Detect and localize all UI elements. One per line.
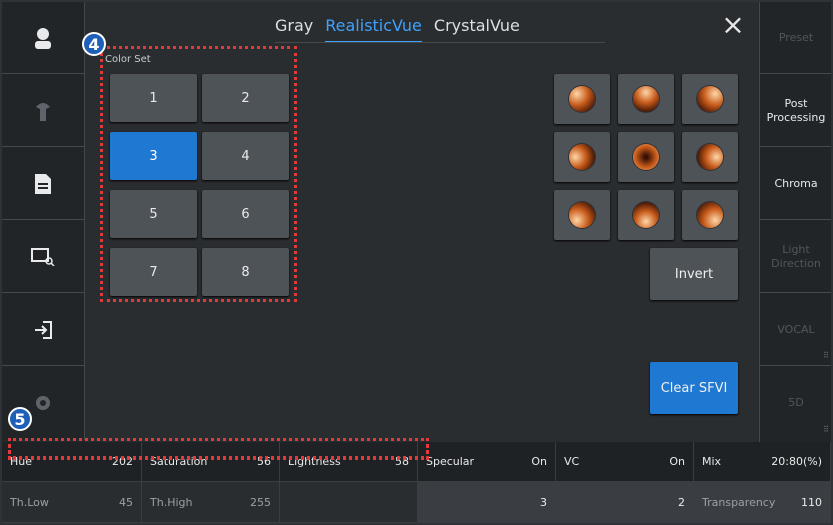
report-icon (30, 171, 56, 197)
vocal-button[interactable]: VOCAL ⠿ (760, 294, 831, 366)
annotation-box-hsl-frame (8, 438, 429, 459)
param-th-low[interactable]: Th.Low 45 (2, 482, 142, 523)
exit-icon (30, 317, 56, 343)
sphere-icon (569, 144, 595, 170)
mode-tabs: Gray RealisticVue CrystalVue (275, 16, 532, 43)
vocal-label: VOCAL (777, 322, 815, 336)
close-icon[interactable]: × (720, 11, 746, 39)
light-left-button[interactable] (554, 132, 610, 182)
clear-sfvi-button[interactable]: Clear SFVI (650, 362, 738, 414)
light-bottom-button[interactable] (618, 190, 674, 240)
report-button[interactable] (2, 148, 84, 220)
param-label: Transparency (702, 495, 776, 509)
right-sidebar: Preset Post Processing Chroma Light Dire… (759, 2, 831, 442)
param-vc[interactable]: VC On (556, 442, 694, 482)
param-value: 255 (250, 495, 271, 509)
preset-button[interactable]: Preset (760, 2, 831, 74)
param-specular-level[interactable]: 3 (418, 482, 556, 523)
settings-icon (30, 390, 56, 416)
param-th-high[interactable]: Th.High 255 (142, 482, 280, 523)
review-button[interactable] (2, 221, 84, 293)
tab-gray[interactable]: Gray (275, 16, 313, 43)
annotation-box-color-set (100, 46, 297, 302)
sphere-icon (697, 144, 723, 170)
param-value: On (669, 455, 685, 468)
probe-icon (30, 98, 56, 124)
patient-icon (30, 25, 56, 51)
sphere-icon (633, 86, 659, 112)
left-sidebar (2, 2, 85, 440)
review-icon (30, 244, 56, 270)
sphere-icon (633, 202, 659, 228)
param-value: 2 (678, 495, 685, 509)
param-value: 3 (540, 495, 547, 509)
param-label: VC (564, 455, 580, 468)
param-value: On (531, 455, 547, 468)
invert-button[interactable]: Invert (650, 248, 738, 300)
param-transparency[interactable]: Transparency 110 (694, 482, 831, 523)
main-panel: Gray RealisticVue CrystalVue × Color Set… (82, 2, 758, 442)
param-specular[interactable]: Specular On (418, 442, 556, 482)
annotation-badge-4: 4 (82, 32, 106, 56)
probe-button[interactable] (2, 75, 84, 147)
light-top-right-button[interactable] (682, 74, 738, 124)
param-label: Mix (702, 455, 722, 468)
light-bottom-right-button[interactable] (682, 190, 738, 240)
app-window: Gray RealisticVue CrystalVue × Color Set… (2, 2, 831, 523)
light-direction-button[interactable]: Light Direction (760, 221, 831, 293)
light-center-button[interactable] (618, 132, 674, 182)
5d-label: 5D (788, 396, 804, 409)
sphere-icon (697, 86, 723, 112)
post-processing-button[interactable]: Post Processing (760, 75, 831, 147)
light-bottom-left-button[interactable] (554, 190, 610, 240)
tab-divider (275, 42, 605, 43)
sphere-icon (569, 86, 595, 112)
tab-crystalvue[interactable]: CrystalVue (434, 16, 520, 43)
5d-button[interactable]: 5D ⠿ (760, 367, 831, 439)
param-vc-level[interactable]: 2 (556, 482, 694, 523)
param-empty (280, 482, 418, 523)
param-label: Specular (426, 455, 475, 468)
sphere-icon (697, 202, 723, 228)
more-icon: ⠿ (823, 351, 829, 360)
param-value: 20:80(%) (771, 455, 822, 468)
param-label: Th.High (150, 495, 193, 509)
exit-button[interactable] (2, 294, 84, 366)
annotation-badge-5: 5 (8, 407, 32, 431)
more-icon: ⠿ (823, 425, 829, 434)
param-value: 45 (119, 495, 133, 509)
sphere-icon (633, 144, 659, 170)
light-top-left-button[interactable] (554, 74, 610, 124)
sphere-icon (569, 202, 595, 228)
patient-button[interactable] (2, 2, 84, 74)
tab-realisticvue[interactable]: RealisticVue (325, 16, 422, 43)
param-mix[interactable]: Mix 20:80(%) (694, 442, 831, 482)
param-label: Th.Low (10, 495, 49, 509)
light-right-button[interactable] (682, 132, 738, 182)
param-value: 110 (801, 495, 822, 509)
light-top-button[interactable] (618, 74, 674, 124)
chroma-button[interactable]: Chroma (760, 148, 831, 220)
